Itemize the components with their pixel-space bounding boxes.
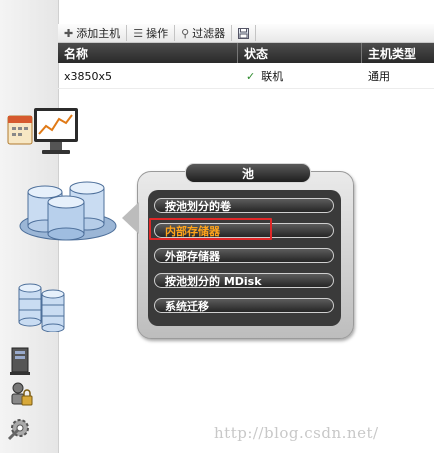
menu-item-mdisks-by-pool[interactable]: 按池划分的 MDisk: [154, 273, 334, 288]
actions-button[interactable]: ☰ 操作: [127, 25, 176, 41]
status-text: 联机: [261, 70, 284, 83]
column-header-name[interactable]: 名称: [58, 43, 238, 63]
column-header-status[interactable]: 状态: [238, 43, 362, 63]
watermark-text: http://blog.csdn.net/: [214, 424, 379, 442]
add-host-button[interactable]: ✚ 添加主机: [58, 25, 128, 41]
filter-label: 过滤器: [192, 27, 226, 40]
hosts-icon[interactable]: [8, 346, 34, 379]
cell-host-type: 通用: [368, 70, 390, 83]
actions-label: 操作: [146, 27, 169, 40]
cell-name: x3850x5: [64, 69, 113, 83]
online-check-icon: ✓: [246, 69, 256, 83]
menu-item-system-migration[interactable]: 系统迁移: [154, 298, 334, 313]
cell-status: ✓ 联机: [238, 64, 362, 88]
add-host-label: 添加主机: [76, 27, 121, 40]
highlight-annotation: [149, 218, 272, 240]
popup-pointer: [122, 202, 139, 234]
access-icon[interactable]: [8, 380, 34, 411]
left-nav-rail: [0, 0, 117, 453]
save-icon: [238, 27, 250, 39]
table-row[interactable]: x3850x5 ✓ 联机 通用: [58, 64, 434, 88]
pools-popup-menu: 池 按池划分的卷 内部存储器 外部存储器 按池划分的 MDisk 系统迁移: [122, 163, 354, 339]
list-icon: ☰: [133, 26, 144, 40]
filter-button[interactable]: ⚲ 过滤器: [175, 25, 233, 41]
menu-item-external-storage[interactable]: 外部存储器: [154, 248, 334, 263]
toolbar: ✚ 添加主机 ☰ 操作 ⚲ 过滤器: [58, 24, 434, 43]
plus-icon: ✚: [64, 26, 74, 40]
grid-header: 名称 状态 主机类型: [58, 43, 434, 63]
search-icon: ⚲: [181, 26, 190, 40]
menu-item-volumes-by-pool[interactable]: 按池划分的卷: [154, 198, 334, 213]
export-button[interactable]: [232, 25, 257, 41]
pools-menu-title: 池: [185, 163, 311, 183]
column-header-host-type[interactable]: 主机类型: [362, 43, 434, 63]
settings-icon[interactable]: [6, 414, 34, 445]
